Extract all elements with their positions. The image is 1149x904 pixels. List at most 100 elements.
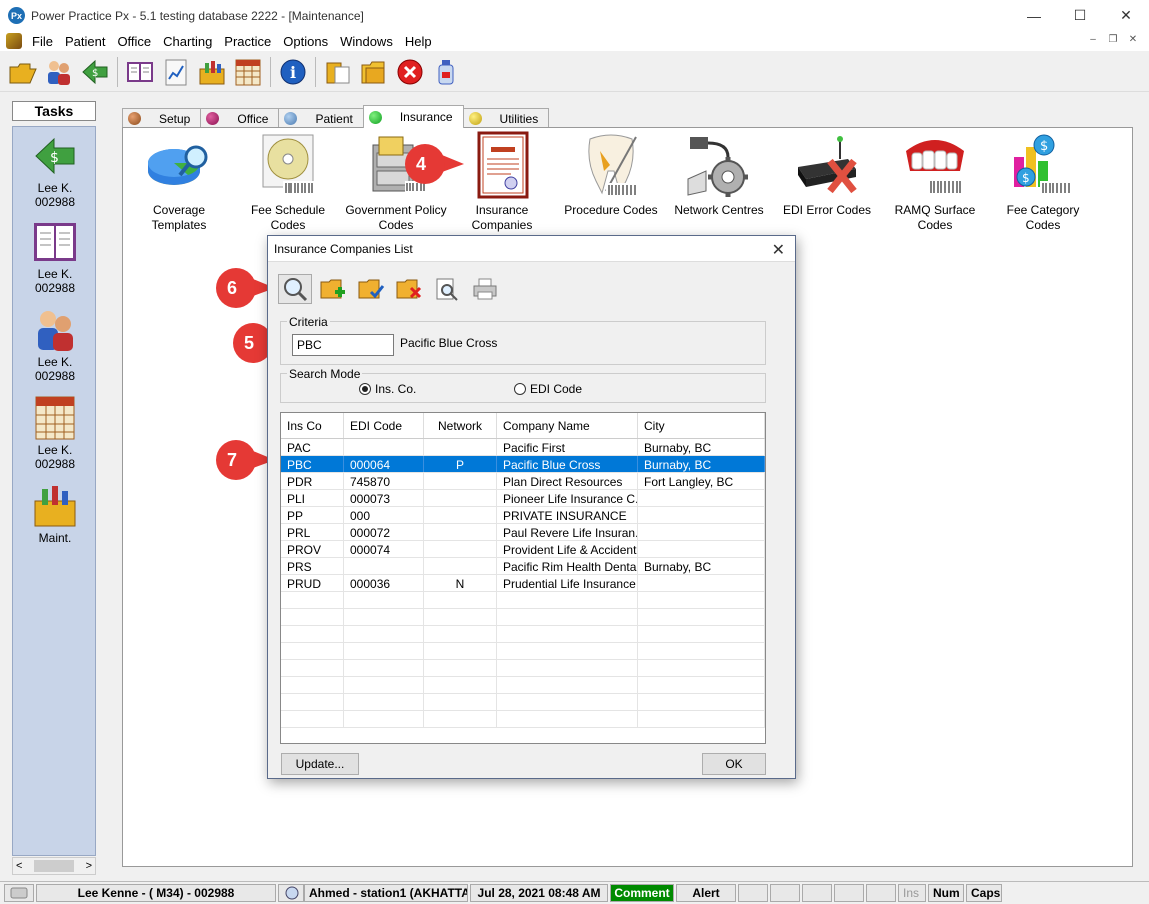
network-centres-item[interactable]: Network Centres: [664, 128, 774, 218]
table-row[interactable]: PP 000 PRIVATE INSURANCE: [281, 507, 765, 524]
exit-icon[interactable]: [393, 55, 427, 89]
folders-icon[interactable]: [357, 55, 391, 89]
document-icon[interactable]: [321, 55, 355, 89]
table-cell: PRS: [281, 558, 344, 574]
status-caps: Caps: [966, 884, 1002, 902]
table-row[interactable]: PDR 745870 Plan Direct Resources Fort Langl…: [281, 473, 765, 490]
dialog-close-button[interactable]: ✕: [772, 240, 785, 260]
table-row[interactable]: [281, 677, 765, 694]
table-row[interactable]: PAC Pacific First Burnaby, BC: [281, 439, 765, 456]
table-row[interactable]: PBC 000064 P Pacific Blue Cross Burnaby, BC: [281, 456, 765, 473]
table-row[interactable]: PLI 000073 Pioneer Life Insurance C...: [281, 490, 765, 507]
status-comment[interactable]: Comment: [610, 884, 674, 902]
menu-patient[interactable]: Patient: [59, 34, 111, 49]
tasks-scrollbar[interactable]: < >: [12, 857, 96, 875]
report-graph-icon[interactable]: [159, 55, 193, 89]
task-item[interactable]: Lee K. 002988: [13, 219, 97, 295]
col-network[interactable]: Network: [424, 413, 497, 438]
table-row[interactable]: PROV 000074 Provident Life & Accident...: [281, 541, 765, 558]
mdi-minimize-button[interactable]: –: [1085, 33, 1101, 48]
mdi-restore-button[interactable]: ❐: [1105, 33, 1121, 48]
table-cell: [281, 609, 344, 625]
dialog-title-bar: Insurance Companies List: [268, 236, 795, 262]
table-row[interactable]: [281, 609, 765, 626]
edi-error-codes-item[interactable]: EDI Error Codes: [772, 128, 882, 218]
coverage-templates-item[interactable]: Coverage Templates: [124, 128, 234, 233]
scroll-thumb[interactable]: [34, 860, 74, 872]
scroll-right-icon[interactable]: >: [86, 860, 92, 872]
col-edi-code[interactable]: EDI Code: [344, 413, 424, 438]
info-icon[interactable]: i: [276, 55, 310, 89]
status-empty-4: [834, 884, 864, 902]
ledger-book-icon[interactable]: [123, 55, 157, 89]
menu-charting[interactable]: Charting: [157, 34, 218, 49]
menu-office[interactable]: Office: [111, 34, 157, 49]
open-folder-icon[interactable]: [6, 55, 40, 89]
menu-help[interactable]: Help: [399, 34, 438, 49]
add-folder-button[interactable]: [316, 274, 350, 304]
scroll-left-icon[interactable]: <: [16, 860, 22, 872]
status-num: Num: [928, 884, 964, 902]
task-item[interactable]: Lee K. 002988: [13, 395, 97, 471]
close-button[interactable]: ✕: [1103, 0, 1149, 31]
edit-folder-button[interactable]: [354, 274, 388, 304]
search-mode-label: Search Mode: [287, 367, 363, 381]
toolbox-icon[interactable]: [195, 55, 229, 89]
table-cell: [497, 626, 638, 642]
table-row[interactable]: [281, 626, 765, 643]
mode-edi-code-radio[interactable]: EDI Code: [514, 382, 582, 396]
delete-folder-button[interactable]: [392, 274, 426, 304]
patients-icon[interactable]: [42, 55, 76, 89]
menu-app-icon[interactable]: [6, 33, 22, 49]
table-cell: PP: [281, 507, 344, 523]
task-item[interactable]: Lee K. 002988: [13, 307, 97, 383]
maximize-button[interactable]: ☐: [1057, 0, 1103, 31]
col-city[interactable]: City: [638, 413, 765, 438]
print-button[interactable]: [468, 274, 502, 304]
preview-button[interactable]: [430, 274, 464, 304]
tab-office[interactable]: Office: [200, 108, 280, 128]
certificate-icon: [467, 131, 537, 201]
table-row[interactable]: [281, 643, 765, 660]
mode-ins-co-radio[interactable]: Ins. Co.: [359, 382, 416, 396]
table-row[interactable]: PRL 000072 Paul Revere Life Insuran...: [281, 524, 765, 541]
menu-options[interactable]: Options: [277, 34, 334, 49]
money-transfer-icon[interactable]: $: [78, 55, 112, 89]
callout-6: 6: [213, 265, 275, 311]
menu-file[interactable]: File: [26, 34, 59, 49]
tab-insurance[interactable]: Insurance: [362, 105, 464, 128]
tab-utilities[interactable]: Utilities: [462, 108, 550, 128]
table-row[interactable]: [281, 711, 765, 728]
bottle-icon[interactable]: [429, 55, 463, 89]
ramq-surface-codes-item[interactable]: RAMQ Surface Codes: [880, 128, 990, 233]
task-item[interactable]: Maint.: [13, 483, 97, 545]
update-button[interactable]: Update...: [281, 753, 359, 775]
status-alert[interactable]: Alert: [676, 884, 736, 902]
toolbox-icon: [32, 483, 78, 529]
table-row[interactable]: [281, 694, 765, 711]
search-button[interactable]: [278, 274, 312, 304]
fee-category-codes-item[interactable]: $ $ Fee Category Codes: [988, 128, 1098, 233]
table-row[interactable]: [281, 660, 765, 677]
task-item[interactable]: $ Lee K. 002988: [13, 133, 97, 209]
procedure-codes-item[interactable]: Procedure Codes: [556, 128, 666, 218]
menu-practice[interactable]: Practice: [218, 34, 277, 49]
menu-windows[interactable]: Windows: [334, 34, 399, 49]
table-cell: PDR: [281, 473, 344, 489]
col-ins-co[interactable]: Ins Co: [281, 413, 344, 438]
criteria-input[interactable]: [292, 334, 394, 356]
minimize-button[interactable]: —: [1011, 0, 1057, 31]
chart-icon[interactable]: [231, 55, 265, 89]
task-sublabel: 002988: [34, 195, 76, 209]
tab-setup[interactable]: Setup: [122, 108, 202, 128]
table-row[interactable]: PRUD 000036 N Prudential Life Insurance ...: [281, 575, 765, 592]
table-row[interactable]: PRS Pacific Rim Health Denta... Burnaby, B…: [281, 558, 765, 575]
status-station: Ahmed - station1 (AKHATTA: [304, 884, 468, 902]
mdi-close-button[interactable]: ✕: [1125, 33, 1141, 48]
ok-button[interactable]: OK: [702, 753, 766, 775]
tab-patient[interactable]: Patient: [278, 108, 364, 128]
table-row[interactable]: [281, 592, 765, 609]
task-label: Lee K.: [37, 443, 73, 457]
col-company-name[interactable]: Company Name: [497, 413, 638, 438]
fee-schedule-codes-item[interactable]: Fee Schedule Codes: [233, 128, 343, 233]
